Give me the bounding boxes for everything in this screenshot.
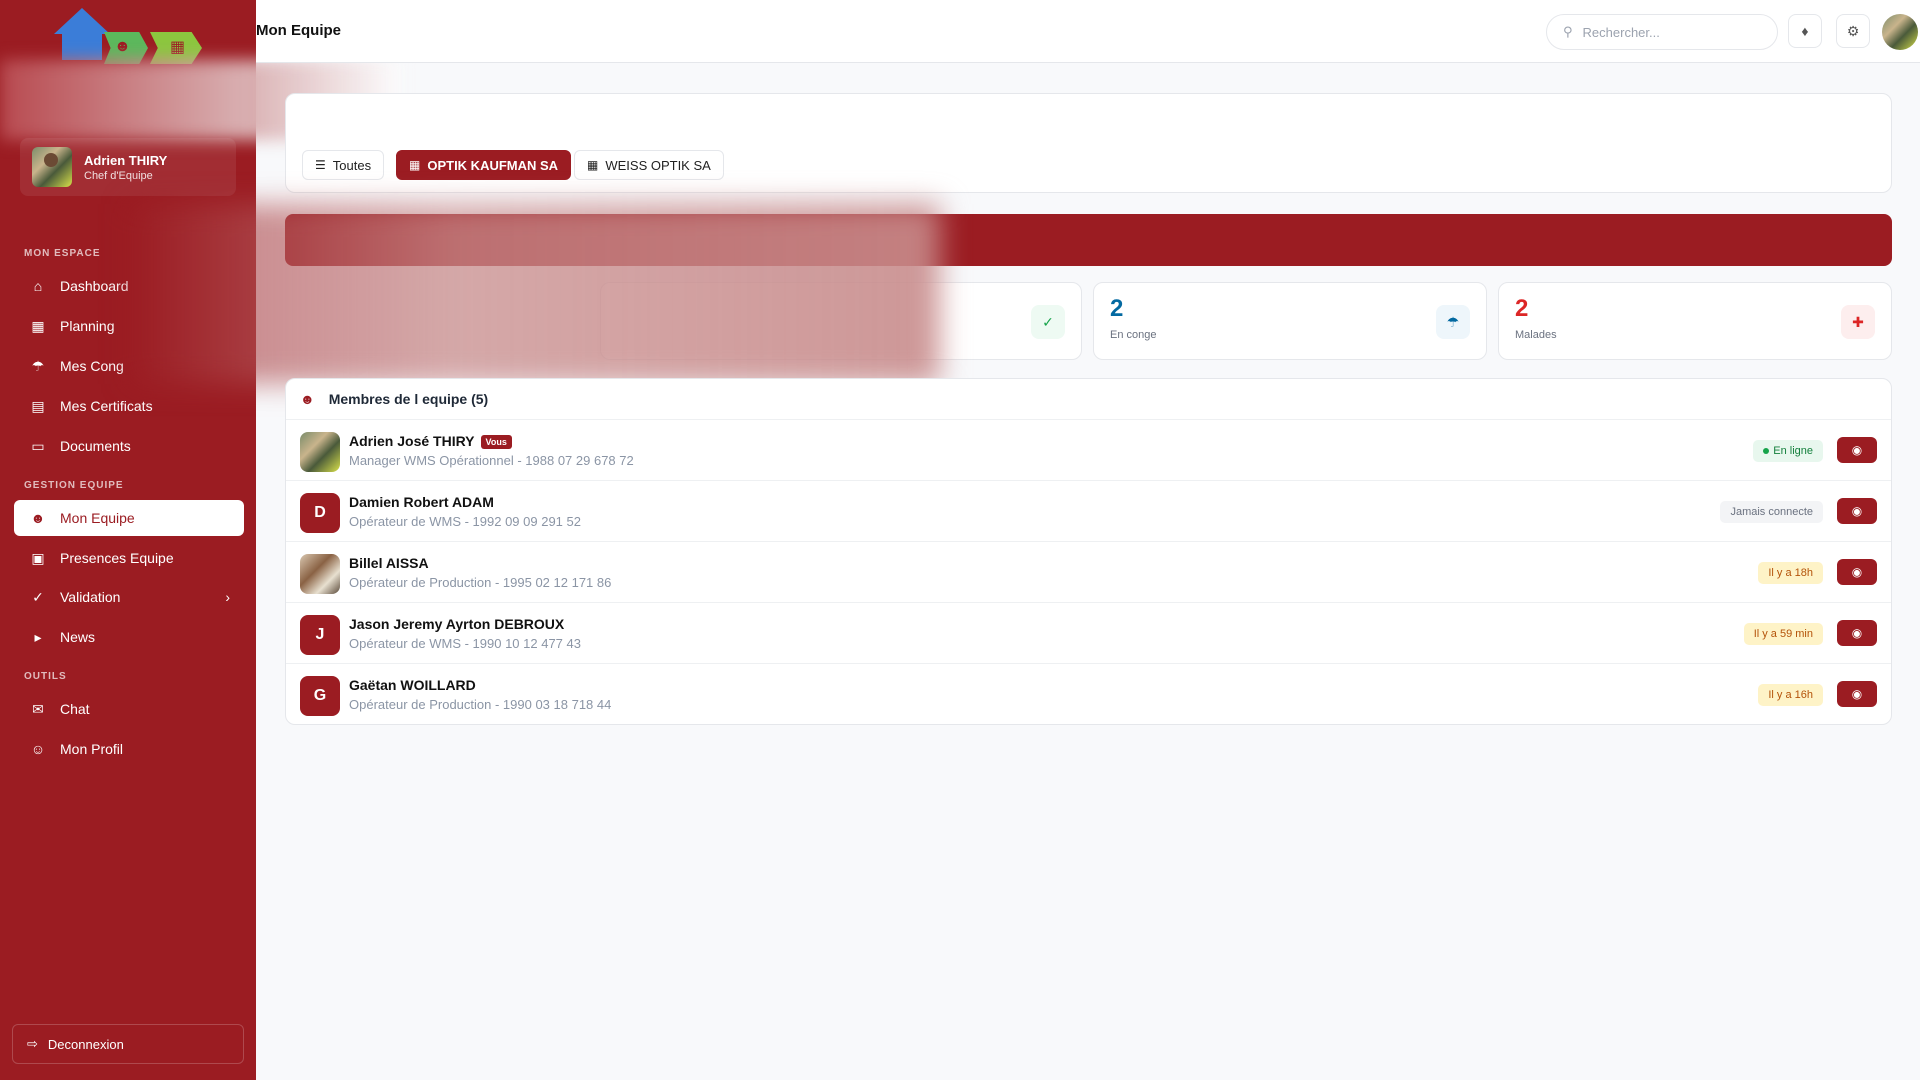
user-role: Chef d'Equipe [84, 169, 153, 182]
member-subtitle: Opérateur de WMS - 1992 09 09 291 52 [349, 514, 581, 529]
view-button[interactable]: ◉ [1837, 620, 1877, 646]
company-filter-card: ☰ Toutes ▦ OPTIK KAUFMAN SA ▦ WEISS OPTIK S… [285, 93, 1892, 193]
page-title: Mon Equipe [256, 22, 341, 39]
table-row: Adrien José THIRY Vous Manager WMS Opérat… [286, 420, 1891, 481]
layers-icon: ☰ [315, 158, 326, 172]
status-badge: Il y a 18h [1758, 562, 1823, 584]
section-outils: OUTILS [24, 671, 67, 682]
members-header: ☻ Membres de l equipe (5) [286, 379, 1891, 420]
check-double-icon: ✓ [32, 588, 44, 605]
stat-card-malades: 2 Malades ✚ [1498, 282, 1892, 360]
member-name: Jason Jeremy Ayrton DEBROUX [349, 616, 565, 632]
stat-conge-value: 2 [1110, 295, 1124, 322]
building-icon: ▦ [587, 158, 599, 172]
search-icon: ⚲ [1563, 24, 1573, 39]
member-name: Adrien José THIRY Vous [349, 433, 512, 450]
gear-icon: ⚙ [1846, 22, 1860, 39]
sidebar-item-presences-equipe[interactable]: ▣ Presences Equipe [14, 540, 244, 576]
table-row: Billel AISSA Opérateur de Production - 1… [286, 542, 1891, 603]
users-icon: ☻ [300, 391, 315, 407]
file-medical-icon: ▤ [31, 397, 45, 414]
sidebar-item-mes-certificats[interactable]: ▤ Mes Certificats [14, 388, 244, 424]
status-badge: Jamais connecte [1720, 501, 1823, 523]
member-subtitle: Opérateur de Production - 1995 02 12 171… [349, 575, 612, 590]
sidebar: ☻ ▦ Adrien THIRY Chef d'Equipe MON ESPAC… [0, 0, 400, 1080]
member-subtitle: Opérateur de WMS - 1990 10 12 477 43 [349, 636, 581, 651]
calendar-check-icon: ▣ [31, 549, 45, 566]
stat-malades-value: 2 [1515, 295, 1529, 322]
view-button[interactable]: ◉ [1837, 498, 1877, 524]
eye-icon: ◉ [1851, 626, 1863, 640]
building-icon: ▦ [170, 39, 186, 56]
avatar[interactable] [1882, 14, 1918, 50]
user-name: Adrien THIRY [84, 152, 168, 168]
user-gear-icon: ☺ [30, 741, 46, 757]
topbar: Mon Equipe ⚲ Rechercher... ♦ ⚙ [256, 0, 1920, 63]
eye-icon: ◉ [1851, 687, 1863, 701]
user-check-icon: ✓ [1031, 305, 1065, 339]
chevron-right-icon: › [225, 589, 230, 605]
settings-button[interactable]: ⚙ [1836, 14, 1870, 48]
table-row: G Gaëtan WOILLARD Opérateur de Productio… [286, 664, 1891, 725]
eye-icon: ◉ [1851, 565, 1863, 579]
avatar: G [300, 676, 340, 716]
members-card: ☻ Membres de l equipe (5) Adrien José THI… [285, 378, 1892, 725]
status-badge: Il y a 59 min [1743, 623, 1823, 645]
section-gestion-equipe: GESTION EQUIPE [24, 480, 124, 491]
notifications-button[interactable]: ♦ [1788, 14, 1822, 48]
table-row: J Jason Jeremy Ayrton DEBROUX Opérateur … [286, 603, 1891, 664]
umbrella-beach-icon: ☂ [31, 357, 45, 374]
chat-icon: ✉ [32, 700, 44, 717]
sidebar-item-validation[interactable]: ✓ Validation › [14, 579, 244, 615]
stat-card-conge: 2 En conge ☂ [1093, 282, 1487, 360]
member-subtitle: Manager WMS Opérationnel - 1988 07 29 67… [349, 453, 634, 468]
sign-out-icon: ⇨ [27, 1036, 38, 1051]
view-button[interactable]: ◉ [1837, 437, 1877, 463]
hospital-icon: ✚ [1841, 305, 1875, 339]
status-badge: Il y a 16h [1758, 684, 1823, 706]
logout-button[interactable]: ⇨ Deconnexion [12, 1024, 244, 1064]
avatar [300, 432, 340, 472]
eye-icon: ◉ [1851, 504, 1863, 518]
calendar-icon: ▦ [31, 317, 45, 334]
users-icon: ☻ [30, 510, 46, 526]
sidebar-item-chat[interactable]: ✉ Chat [14, 691, 244, 727]
filter-company2-button[interactable]: ▦ WEISS OPTIK SA [574, 150, 724, 180]
megaphone-icon: ▸ [34, 628, 42, 645]
avatar [32, 147, 72, 187]
table-row: D Damien Robert ADAM Opérateur de WMS - … [286, 481, 1891, 542]
sidebar-item-mon-equipe[interactable]: ☻ Mon Equipe [14, 500, 244, 536]
avatar [300, 554, 340, 594]
filter-company1-button[interactable]: ▦ OPTIK KAUFMAN SA [396, 150, 572, 180]
sidebar-item-documents[interactable]: ▭ Documents [14, 428, 244, 464]
umbrella-beach-icon: ☂ [1436, 305, 1470, 339]
building-icon: ▦ [409, 158, 421, 172]
stat-malades-label: Malades [1515, 329, 1557, 341]
users-icon: ☻ [114, 38, 131, 55]
member-subtitle: Opérateur de Production - 1990 03 18 718… [349, 697, 612, 712]
sidebar-item-news[interactable]: ▸ News [14, 619, 244, 655]
view-button[interactable]: ◉ [1837, 681, 1877, 707]
eye-icon: ◉ [1851, 443, 1863, 457]
avatar: D [300, 493, 340, 533]
user-card[interactable]: Adrien THIRY Chef d'Equipe [20, 138, 236, 196]
status-badge: En ligne [1753, 440, 1823, 462]
view-button[interactable]: ◉ [1837, 559, 1877, 585]
stat-conge-label: En conge [1110, 329, 1157, 341]
member-name: Gaëtan WOILLARD [349, 677, 476, 693]
search-input[interactable]: ⚲ Rechercher... [1546, 14, 1778, 50]
member-name: Damien Robert ADAM [349, 494, 494, 510]
you-badge: Vous [480, 435, 512, 450]
home-icon: ⌂ [33, 278, 43, 294]
filter-all-button[interactable]: ☰ Toutes [302, 150, 385, 180]
avatar: J [300, 615, 340, 655]
redacted-area [130, 204, 940, 384]
sidebar-item-mon-profil[interactable]: ☺ Mon Profil [14, 731, 244, 767]
member-name: Billel AISSA [349, 555, 429, 571]
section-mon-espace: MON ESPACE [24, 248, 101, 259]
folder-icon: ▭ [31, 437, 45, 454]
bell-icon: ♦ [1801, 23, 1809, 39]
